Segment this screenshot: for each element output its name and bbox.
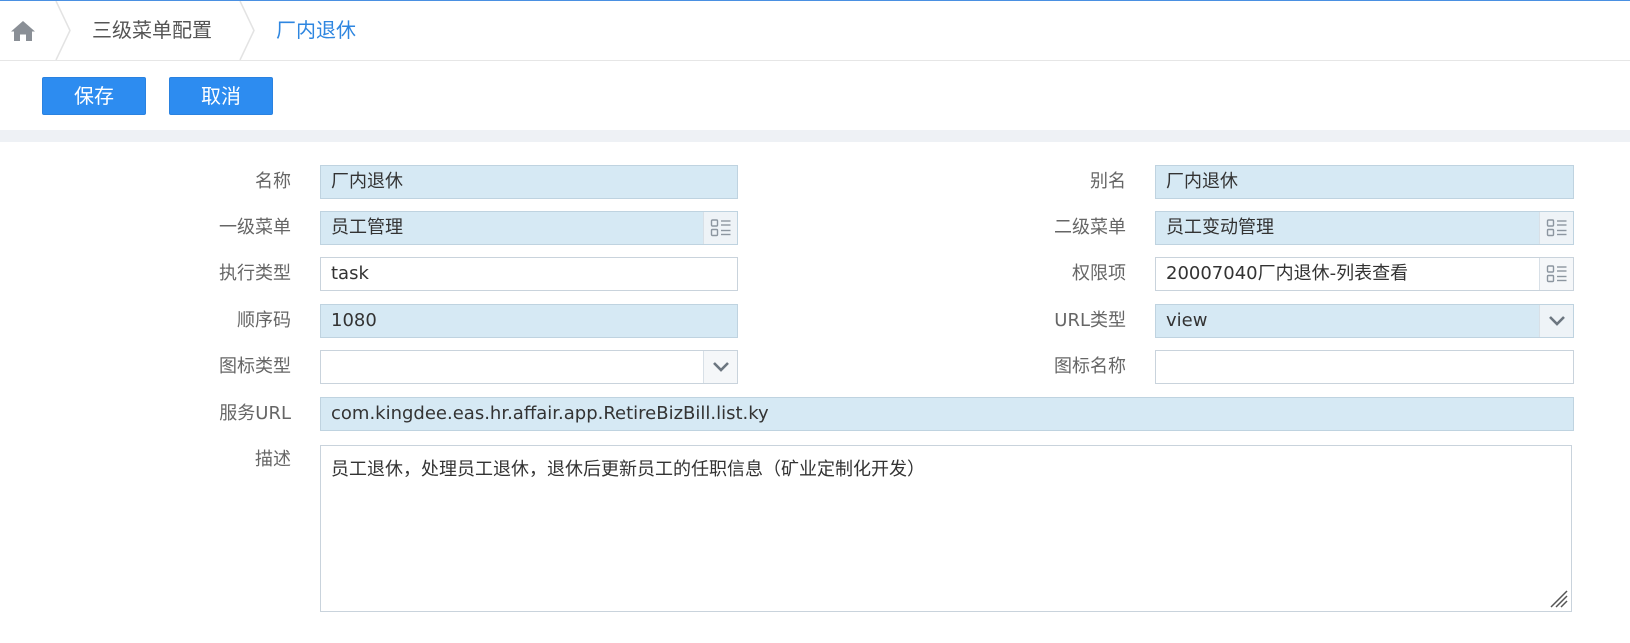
list-picker-icon (1546, 219, 1566, 237)
name-label: 名称 (255, 171, 291, 192)
second-menu-label: 二级菜单 (1054, 217, 1126, 238)
second-menu-field[interactable]: 员工变动管理 (1155, 211, 1574, 245)
order-code-label: 顺序码 (237, 310, 291, 331)
service-url-value: com.kingdee.eas.hr.affair.app.RetireBizB… (331, 403, 769, 424)
list-picker-icon (710, 219, 730, 237)
url-type-value: view (1166, 310, 1208, 331)
first-menu-field[interactable]: 员工管理 (320, 211, 738, 245)
toolbar: 保存 取消 (0, 61, 1630, 129)
list-picker-icon (1546, 265, 1566, 283)
name-value: 厂内退休 (331, 171, 403, 192)
icon-type-dropdown-button[interactable] (703, 351, 737, 383)
chevron-down-icon (1548, 316, 1565, 326)
exec-type-label: 执行类型 (219, 263, 291, 284)
second-menu-picker-button[interactable] (1539, 212, 1573, 244)
save-button[interactable]: 保存 (42, 77, 146, 115)
icon-type-label: 图标类型 (219, 356, 291, 377)
home-button[interactable] (0, 1, 46, 60)
first-menu-picker-button[interactable] (703, 212, 737, 244)
exec-type-value: task (331, 263, 369, 284)
home-icon (11, 20, 35, 41)
breadcrumb: 三级菜单配置 厂内退休 (0, 1, 1630, 61)
exec-type-input[interactable]: task (320, 257, 738, 291)
permission-value: 20007040厂内退休-列表查看 (1166, 263, 1409, 284)
name-input[interactable]: 厂内退休 (320, 165, 738, 199)
first-menu-label: 一级菜单 (219, 217, 291, 238)
description-label: 描述 (255, 449, 291, 470)
icon-name-input[interactable] (1155, 350, 1574, 384)
chevron-down-icon (712, 362, 729, 372)
breadcrumb-item-current: 厂内退休 (276, 18, 356, 42)
description-textarea[interactable]: 员工退休，处理员工退休，退休后更新员工的任职信息（矿业定制化开发） (320, 445, 1572, 612)
url-type-dropdown-button[interactable] (1539, 305, 1573, 337)
second-menu-value: 员工变动管理 (1166, 217, 1274, 238)
icon-type-select[interactable] (320, 350, 738, 384)
service-url-input[interactable]: com.kingdee.eas.hr.affair.app.RetireBizB… (320, 397, 1574, 431)
service-url-label: 服务URL (219, 403, 291, 424)
breadcrumb-separator (239, 1, 255, 60)
cancel-button[interactable]: 取消 (169, 77, 273, 115)
section-divider (0, 130, 1630, 142)
icon-name-label: 图标名称 (1054, 356, 1126, 377)
order-code-value: 1080 (331, 310, 377, 331)
alias-label: 别名 (1090, 171, 1126, 192)
order-code-input[interactable]: 1080 (320, 304, 738, 338)
permission-picker-button[interactable] (1539, 258, 1573, 290)
breadcrumb-separator (55, 1, 71, 60)
description-value: 员工退休，处理员工退休，退休后更新员工的任职信息（矿业定制化开发） (331, 459, 925, 480)
url-type-select[interactable]: view (1155, 304, 1574, 338)
permission-label: 权限项 (1072, 263, 1126, 284)
alias-input[interactable]: 厂内退休 (1155, 165, 1574, 199)
resize-handle-icon[interactable] (1547, 587, 1569, 609)
breadcrumb-item-parent[interactable]: 三级菜单配置 (92, 1, 212, 60)
url-type-label: URL类型 (1054, 310, 1126, 331)
first-menu-value: 员工管理 (331, 217, 403, 238)
permission-field[interactable]: 20007040厂内退休-列表查看 (1155, 257, 1574, 291)
alias-value: 厂内退休 (1166, 171, 1238, 192)
